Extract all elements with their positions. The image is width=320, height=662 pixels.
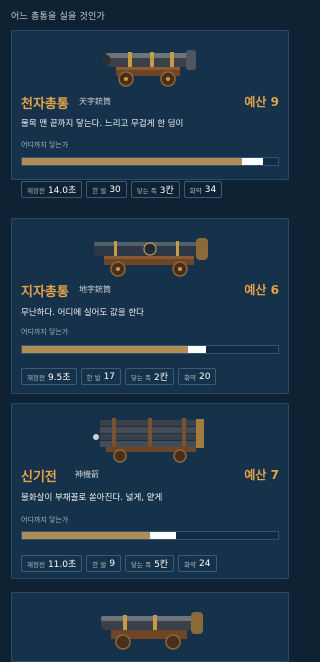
weapon-hanja: 神機箭 (75, 470, 99, 479)
stats-row: 재장전 11.0초 한 발9 닿는 폭 5칸 화약 24 (21, 555, 217, 572)
stat-width: 닿는 폭 2칸 (125, 368, 175, 385)
cannon-icon (102, 50, 196, 87)
stat-reload: 재장전 14.0초 (21, 181, 83, 198)
weapon-budget: 예산 9 (244, 95, 279, 109)
stats-row: 재장전 14.0초 한 발 30 닿는 폭 3칸 화약 34 (21, 181, 223, 198)
weapon-budget: 예산 7 (244, 468, 279, 482)
stat-powder: 화약 24 (178, 555, 217, 572)
stat-damage: 한 발9 (86, 555, 122, 572)
reach-bar (21, 531, 279, 540)
cannon-icon (101, 612, 203, 650)
stats-row: 재장전 9.5초 한 발 17 닿는 폭 2칸 화약 20 (21, 368, 217, 385)
stat-reload: 재장전 11.0초 (21, 555, 83, 572)
stat-reload: 재장전 9.5초 (21, 368, 77, 385)
rocket-launcher-icon (93, 418, 204, 463)
weapon-name: 천자총통 (21, 97, 69, 112)
weapon-hanja: 天字銃筒 (79, 97, 111, 106)
weapon-name: 신기전 (21, 470, 57, 485)
weapon-hanja: 地字銃筒 (79, 285, 111, 294)
stat-width: 닿는 폭 5칸 (125, 555, 175, 572)
reach-label: 어디까지 닿는가 (21, 141, 69, 149)
reach-label: 어디까지 닿는가 (21, 328, 69, 336)
weapon-name: 지자총통 (21, 285, 69, 300)
reach-bar (21, 345, 279, 354)
weapon-card-jija[interactable]: 지자총통 地字銃筒 예산 6 무난하다. 어디에 실어도 값을 한다 어디까지 … (11, 218, 289, 394)
weapon-description: 불화살이 부채꼴로 쏟아진다. 넓게, 얕게 (21, 493, 163, 503)
weapon-description: 무난하다. 어디에 실어도 값을 한다 (21, 308, 144, 318)
stat-powder: 화약 34 (183, 181, 223, 198)
stat-powder: 화약 20 (178, 368, 217, 385)
page-title: 어느 총통을 실을 것인가 (11, 12, 105, 22)
weapon-card-partial[interactable] (11, 592, 289, 662)
weapon-card-singijeon[interactable]: 신기전 神機箭 예산 7 불화살이 부채꼴로 쏟아진다. 넓게, 얕게 어디까지… (11, 403, 289, 579)
weapon-description: 물목 맨 끝까지 닿는다. 느리고 무겁게 한 덩이 (21, 119, 184, 129)
reach-label: 어디까지 닿는가 (21, 516, 69, 524)
stat-damage: 한 발 17 (80, 368, 122, 385)
stat-width: 닿는 폭 3칸 (130, 181, 180, 198)
reach-bar (21, 157, 279, 166)
weapon-card-cheonja[interactable]: 천자총통 天字銃筒 예산 9 물목 맨 끝까지 닿는다. 느리고 무겁게 한 덩… (11, 30, 289, 198)
weapon-budget: 예산 6 (244, 283, 279, 297)
stat-damage: 한 발 30 (86, 181, 127, 198)
cannon-icon (94, 238, 208, 277)
